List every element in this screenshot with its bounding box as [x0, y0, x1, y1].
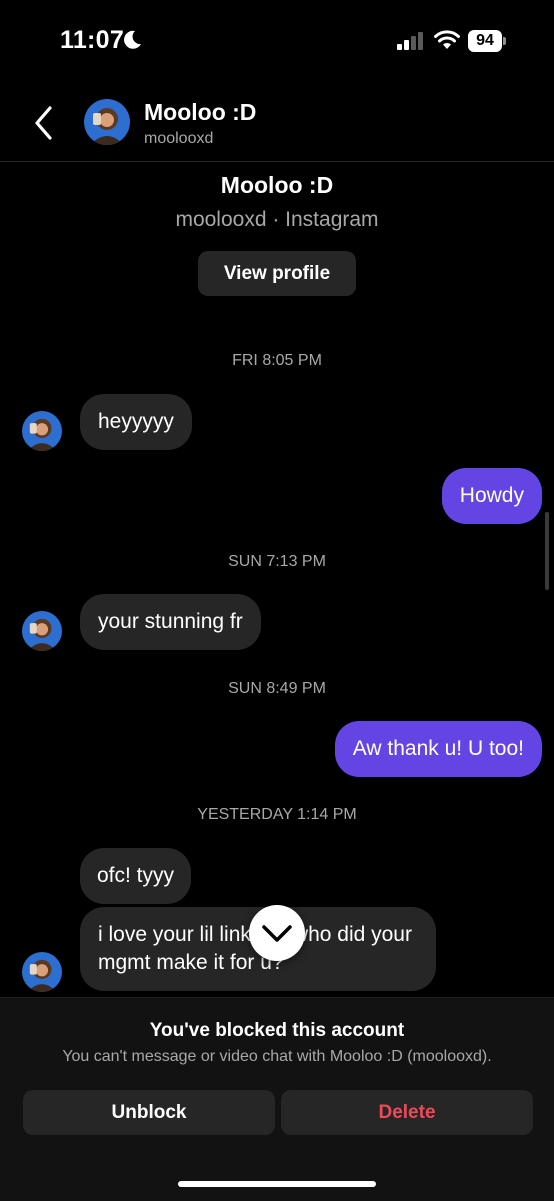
sender-avatar[interactable]: [22, 411, 62, 451]
home-indicator[interactable]: [178, 1181, 376, 1187]
wifi-icon: [434, 30, 460, 49]
intro-name: Mooloo :D: [220, 172, 334, 198]
battery-icon: 94: [468, 30, 506, 52]
delete-button[interactable]: Delete: [281, 1090, 533, 1135]
status-time: 11:07: [60, 26, 125, 54]
header-username[interactable]: moolooxd: [144, 130, 213, 148]
header-divider: [0, 161, 554, 162]
timestamp: SUN 8:49 PM: [228, 680, 326, 697]
blocked-title: You've blocked this account: [149, 1020, 405, 1041]
message-bubble-incoming[interactable]: ofc! tyyy: [80, 848, 192, 904]
timestamp: YESTERDAY 1:14 PM: [197, 806, 357, 823]
view-profile-button[interactable]: View profile: [198, 251, 356, 296]
message-bubble-incoming[interactable]: your stunning fr: [80, 594, 261, 650]
unblock-button[interactable]: Unblock: [23, 1090, 275, 1135]
header-avatar[interactable]: [84, 99, 130, 145]
timestamp: FRI 8:05 PM: [232, 352, 322, 369]
cellular-signal-icon: [397, 32, 423, 50]
moon-icon: [124, 30, 141, 49]
scroll-to-bottom-button[interactable]: [249, 905, 305, 961]
chevron-down-icon: [262, 925, 292, 942]
message-bubble-outgoing[interactable]: Howdy: [441, 468, 542, 524]
intro-subtitle: moolooxd · Instagram: [175, 208, 379, 231]
sender-avatar[interactable]: [22, 611, 62, 651]
timestamp: SUN 7:13 PM: [228, 553, 326, 570]
message-bubble-incoming[interactable]: heyyyyy: [80, 394, 192, 450]
back-chevron-icon[interactable]: [30, 104, 58, 142]
header-name[interactable]: Mooloo :D: [144, 99, 256, 126]
sender-avatar[interactable]: [22, 952, 62, 992]
message-bubble-outgoing[interactable]: Aw thank u! U too!: [334, 721, 542, 777]
blocked-description: You can't message or video chat with Moo…: [62, 1048, 492, 1065]
battery-level: 94: [468, 30, 502, 52]
scrollbar[interactable]: [545, 512, 549, 590]
